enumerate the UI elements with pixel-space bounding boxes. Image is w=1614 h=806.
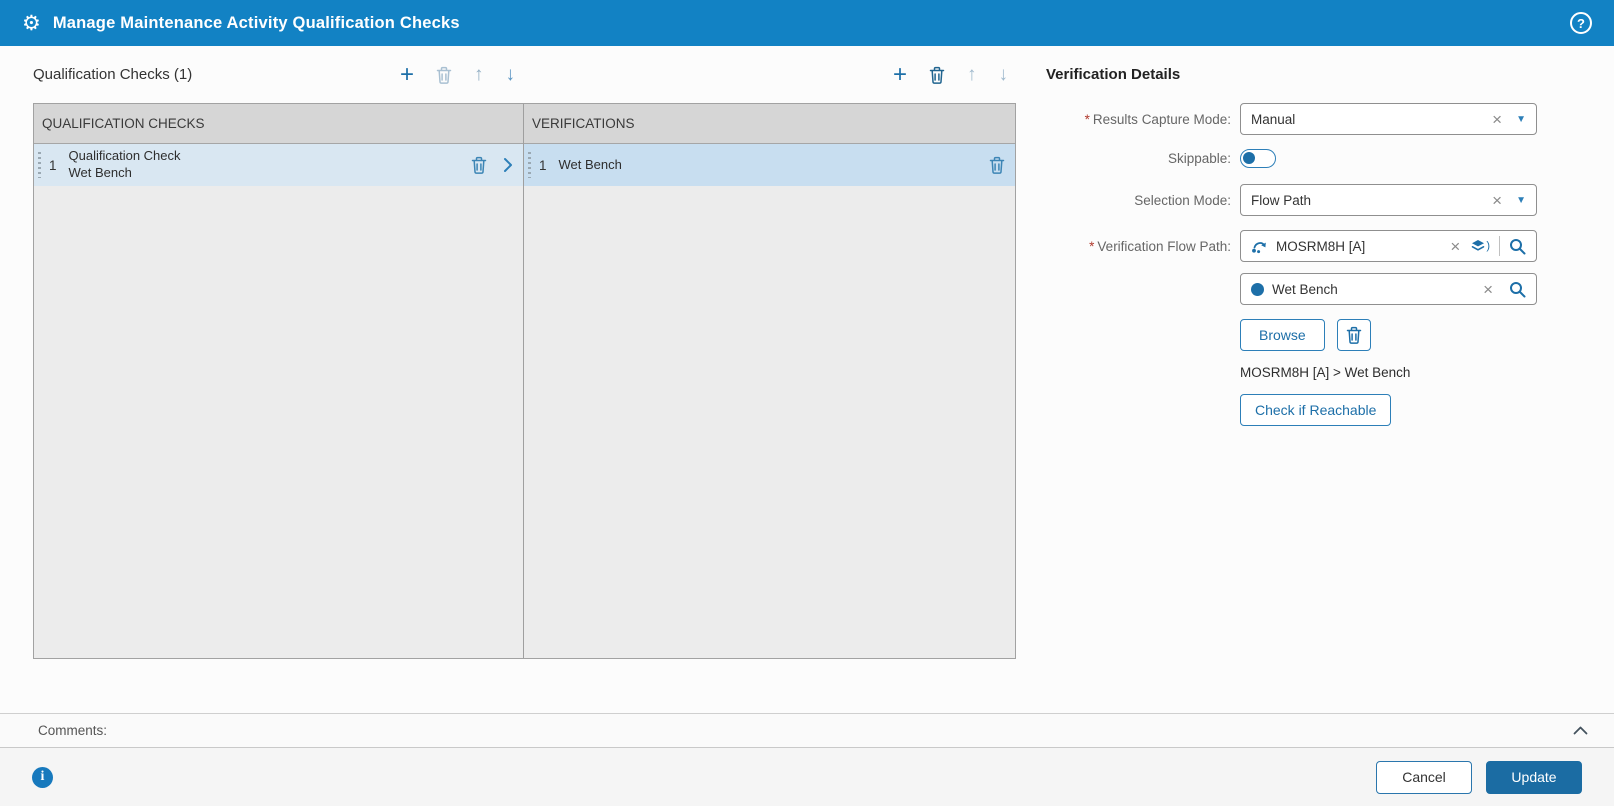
selection-mode-dropdown[interactable]: Flow Path × ▼ — [1240, 184, 1537, 216]
delete-flow-path-button[interactable] — [1336, 319, 1371, 351]
delete-verification-button[interactable] — [929, 66, 945, 84]
qualification-check-title: Qualification Check — [68, 148, 181, 164]
required-marker: * — [1089, 238, 1095, 254]
app-window: ⚙ Manage Maintenance Activity Qualificat… — [0, 0, 1614, 806]
verification-label: Wet Bench — [558, 156, 622, 172]
help-icon[interactable]: ? — [1570, 12, 1592, 34]
verification-flow-path-field[interactable]: MOSRM8H [A] × ) — [1240, 230, 1537, 262]
move-down-verification-button[interactable]: ↓ — [999, 65, 1009, 84]
delete-row-button[interactable] — [471, 156, 487, 174]
main-content: Qualification Checks (1) + ↑ ↓ + ↑ ↓ QUA… — [0, 46, 1614, 713]
comments-bar[interactable]: Comments: — [0, 713, 1614, 748]
update-button[interactable]: Update — [1486, 760, 1582, 794]
verification-details-panel: Verification Details * Results Capture Mo… — [1046, 46, 1614, 713]
qualification-checks-count-title: Qualification Checks (1) — [33, 66, 193, 83]
browse-row: Browse — [1046, 319, 1614, 351]
layers-icon[interactable]: ) — [1471, 239, 1490, 253]
flow-path-step-value: Wet Bench — [1272, 281, 1338, 297]
results-capture-mode-label: * Results Capture Mode: — [1084, 111, 1231, 127]
verification-flow-path-value: MOSRM8H [A] — [1276, 238, 1366, 254]
field-divider — [1499, 236, 1500, 256]
delete-qualification-check-button[interactable] — [436, 66, 452, 84]
qualification-checks-toolbar: + ↑ ↓ — [400, 62, 516, 87]
info-icon[interactable]: i — [32, 766, 53, 788]
skippable-row: Skippable: — [1046, 149, 1614, 168]
row-number: 1 — [49, 157, 57, 173]
row-number: 1 — [539, 157, 547, 173]
qualification-check-text: Qualification Check Wet Bench — [69, 148, 181, 182]
clear-icon[interactable]: × — [1492, 192, 1502, 209]
cancel-button[interactable]: Cancel — [1376, 760, 1472, 794]
chevron-down-icon[interactable]: ▼ — [1516, 195, 1526, 206]
verifications-toolbar: + ↑ ↓ — [893, 62, 1009, 87]
step-bullet-icon — [1251, 282, 1264, 296]
gear-icon: ⚙ — [22, 11, 41, 35]
selection-mode-value: Flow Path — [1251, 192, 1312, 208]
required-marker: * — [1084, 111, 1090, 127]
trash-icon — [471, 156, 487, 174]
qualification-check-row[interactable]: 1 Qualification Check Wet Bench — [34, 144, 523, 186]
comments-label: Comments: — [38, 723, 108, 738]
check-reachable-row: Check if Reachable — [1046, 394, 1614, 426]
move-up-verification-button[interactable]: ↑ — [967, 65, 977, 84]
trash-icon — [989, 156, 1005, 174]
skippable-label: Skippable: — [1167, 151, 1231, 166]
results-capture-mode-row: * Results Capture Mode: Manual × ▼ — [1046, 103, 1614, 135]
flow-path-breadcrumb: MOSRM8H [A] > Wet Bench — [1240, 365, 1411, 380]
results-capture-mode-dropdown[interactable]: Manual × ▼ — [1240, 103, 1537, 135]
trash-icon — [436, 66, 452, 84]
skippable-toggle[interactable] — [1240, 149, 1276, 168]
qualification-checks-zone: Qualification Checks (1) + ↑ ↓ + ↑ ↓ QUA… — [33, 46, 1016, 713]
qualification-check-subtitle: Wet Bench — [68, 165, 132, 180]
title-bar: ⚙ Manage Maintenance Activity Qualificat… — [0, 0, 1614, 46]
footer-bar: i Cancel Update — [0, 748, 1614, 806]
selection-mode-row: Selection Mode: Flow Path × ▼ — [1046, 184, 1614, 216]
delete-row-button[interactable] — [989, 156, 1005, 174]
trash-icon — [1346, 326, 1361, 344]
move-up-qualification-check-button[interactable]: ↑ — [474, 65, 484, 84]
results-capture-mode-value: Manual — [1251, 111, 1296, 127]
verifications-list: 1 Wet Bench — [524, 144, 1015, 658]
verifications-column: VERIFICATIONS 1 Wet Bench — [524, 104, 1015, 658]
search-icon[interactable] — [1509, 238, 1526, 255]
browse-button[interactable]: Browse — [1240, 319, 1325, 351]
clear-icon[interactable]: × — [1492, 111, 1502, 128]
selection-mode-label: Selection Mode: — [1134, 192, 1231, 208]
flow-path-icon — [1251, 238, 1268, 254]
qualification-checks-list: 1 Qualification Check Wet Bench — [34, 144, 523, 658]
chevron-right-icon[interactable] — [503, 157, 513, 173]
move-down-qualification-check-button[interactable]: ↓ — [506, 65, 516, 84]
help-glyph: ? — [1577, 15, 1585, 31]
qualification-checks-column-header: QUALIFICATION CHECKS — [34, 104, 523, 144]
search-icon[interactable] — [1509, 281, 1526, 298]
check-if-reachable-button[interactable]: Check if Reachable — [1240, 394, 1392, 426]
drag-handle-icon[interactable] — [528, 152, 531, 178]
qualification-checks-column: QUALIFICATION CHECKS 1 Qualification Che… — [34, 104, 524, 658]
qualification-checks-table: QUALIFICATION CHECKS 1 Qualification Che… — [33, 103, 1016, 659]
flow-path-breadcrumb-row: MOSRM8H [A] > Wet Bench — [1046, 365, 1614, 380]
verification-row[interactable]: 1 Wet Bench — [524, 144, 1015, 186]
page-title: Manage Maintenance Activity Qualificatio… — [52, 13, 460, 32]
verification-flow-path-sub-row: Wet Bench × — [1046, 273, 1614, 305]
verification-flow-path-row: *Verification Flow Path: MOSRM8H [A] × — [1046, 230, 1614, 262]
drag-handle-icon[interactable] — [38, 152, 41, 178]
verifications-column-header: VERIFICATIONS — [524, 104, 1015, 144]
clear-icon[interactable]: × — [1483, 281, 1493, 298]
clear-icon[interactable]: × — [1450, 238, 1460, 255]
chevron-down-icon[interactable]: ▼ — [1516, 114, 1526, 125]
add-verification-button[interactable]: + — [893, 62, 907, 87]
verification-details-title: Verification Details — [1046, 66, 1181, 83]
toggle-knob — [1243, 152, 1255, 164]
flow-path-step-field[interactable]: Wet Bench × — [1240, 273, 1537, 305]
section-header-row: Qualification Checks (1) + ↑ ↓ + ↑ ↓ — [33, 46, 1016, 103]
trash-icon — [929, 66, 945, 84]
verification-flow-path-label: * Verification Flow Path: — [1089, 238, 1231, 254]
chevron-up-icon[interactable] — [1573, 726, 1588, 735]
add-qualification-check-button[interactable]: + — [400, 62, 414, 87]
